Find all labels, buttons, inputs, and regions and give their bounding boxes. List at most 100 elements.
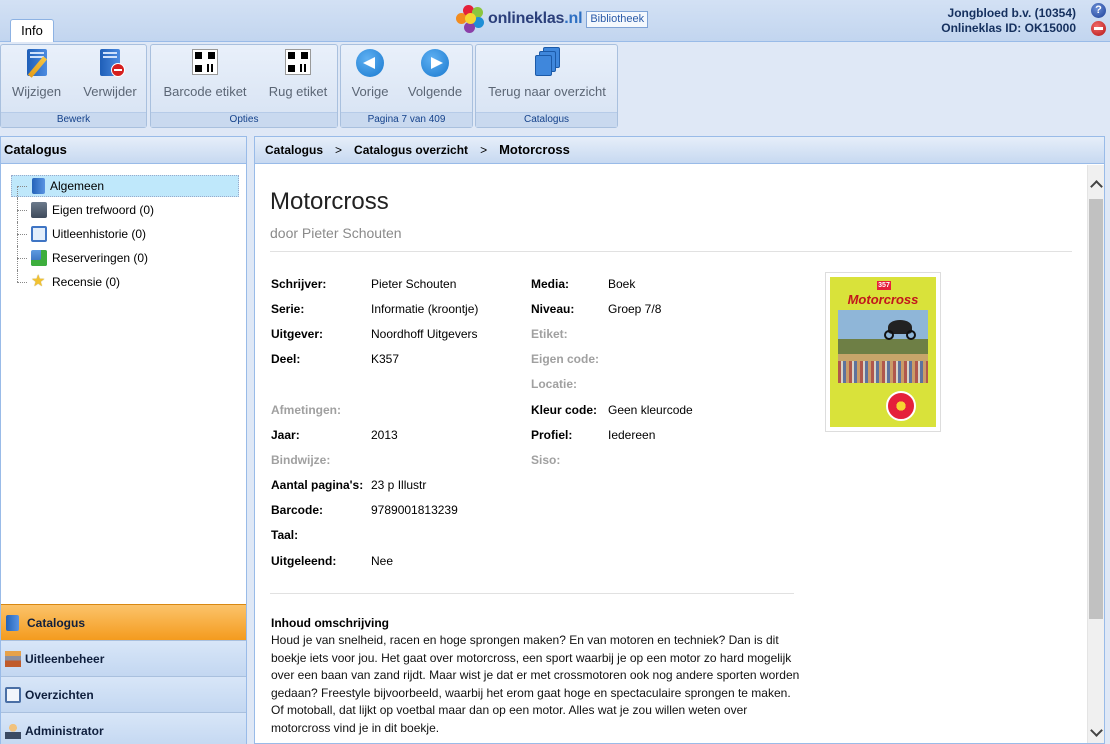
field-row-serie: Serie: Informatie (kroontje) (271, 301, 479, 316)
field-row-deel: Deel: K357 (271, 352, 400, 367)
field-row-spacer (271, 372, 561, 397)
qr-code-icon (189, 47, 221, 79)
main-content-panel: Catalogus > Catalogus overzicht > Motorcross… (254, 136, 1105, 744)
accordion-catalogus[interactable]: Catalogus (1, 604, 246, 640)
tree-item-eigen-trefwoord[interactable]: Eigen trefwoord (0) (1, 198, 246, 222)
accordion-label: Uitleenbeheer (25, 651, 105, 666)
description-heading: Inhoud omschrijving (271, 616, 390, 630)
edit-button[interactable]: Wijzigen (9, 47, 64, 99)
scroll-up-icon[interactable] (1090, 179, 1103, 192)
back-to-overview-button[interactable]: Terug naar overzicht (484, 47, 610, 99)
keyword-icon (31, 202, 47, 218)
field-row-profiel: Profiel: Iedereen (531, 427, 656, 442)
tree-item-algemeen[interactable]: Algemeen (1, 174, 246, 198)
tree-item-label: Algemeen (50, 179, 105, 193)
overview-icon (5, 686, 21, 703)
tree-item-label: Uitleenhistorie (0) (52, 227, 147, 241)
field-row-bindwijze: Bindwijze: (271, 452, 331, 467)
previous-button[interactable]: Vorige (348, 47, 392, 99)
tree-item-reserveringen[interactable]: Reserveringen (0) (1, 246, 246, 270)
field-row-uitgeleend: Uitgeleend: Nee (271, 553, 394, 568)
account-name: Jongbloed b.v. (10354) (947, 6, 1076, 20)
top-header: Info onlineklas.nl Bibliotheek Jongbloed… (0, 0, 1110, 42)
star-icon (31, 274, 47, 290)
ribbon-group-label: Bewerk (1, 112, 146, 127)
breadcrumb-catalogus-overzicht[interactable]: Catalogus overzicht (354, 143, 468, 157)
loan-icon (5, 650, 21, 667)
history-icon (31, 226, 47, 242)
delete-book-icon (94, 47, 126, 79)
books-stack-icon (531, 47, 563, 79)
delete-button[interactable]: Verwijder (79, 47, 141, 99)
account-info: Jongbloed b.v. (10354) Onlineklas ID: OK… (941, 6, 1076, 36)
logo-text: onlineklas.nl (488, 10, 583, 27)
scroll-down-icon[interactable] (1090, 726, 1103, 739)
breadcrumb-catalogus[interactable]: Catalogus (265, 143, 323, 157)
admin-icon (5, 722, 21, 739)
previous-button-label: Vorige (351, 84, 389, 99)
info-tab[interactable]: Info (10, 19, 54, 42)
logo-badge: Bibliotheek (586, 10, 649, 28)
next-button[interactable]: Volgende (405, 47, 465, 99)
divider (270, 251, 1072, 252)
vertical-scrollbar[interactable] (1087, 165, 1104, 743)
divider (270, 593, 794, 594)
tree-item-label: Recensie (0) (52, 275, 121, 289)
catalog-tree: Algemeen Eigen trefwoord (0) Uitleenhist… (1, 164, 246, 294)
ribbon-group-label: Opties (151, 112, 337, 127)
left-panel-title: Catalogus (1, 137, 246, 164)
delete-button-label: Verwijder (83, 84, 137, 99)
ribbon-group-pagination: Vorige Volgende Pagina 7 van 409 (340, 44, 473, 128)
tree-item-label: Reserveringen (0) (52, 251, 149, 265)
next-button-label: Volgende (407, 84, 463, 99)
book-icon (32, 178, 45, 194)
edit-book-icon (21, 47, 53, 79)
field-row-eigen-code: Eigen code: (531, 352, 600, 367)
breadcrumb-current: Motorcross (499, 142, 570, 157)
field-row-schrijver: Schrijver: Pieter Schouten (271, 276, 457, 291)
ribbon-group-opties: Barcode etiket Rug etiket Opties (150, 44, 338, 128)
book-author: door Pieter Schouten (270, 225, 402, 241)
field-row-taal: Taal: (271, 528, 299, 543)
details-right-column: Media: Boek Niveau: Groep 7/8 Etiket: Eige… (531, 271, 791, 473)
field-row-barcode: Barcode: 9789001813239 (271, 503, 458, 518)
spine-label-button-label: Rug etiket (268, 84, 328, 99)
back-to-overview-label: Terug naar overzicht (488, 84, 606, 99)
cover-title: Motorcross (847, 292, 919, 307)
arrow-left-icon (354, 47, 386, 79)
scrollbar-thumb[interactable] (1089, 199, 1103, 619)
field-row-aantal-paginas: Aantal pagina's: 23 p Illustr (271, 478, 427, 493)
arrow-right-icon (419, 47, 451, 79)
description-text: Houd je van snelheid, racen en hoge spro… (271, 633, 800, 735)
tree-item-recensie[interactable]: Recensie (0) (1, 270, 246, 294)
onlineklas-logo[interactable]: onlineklas.nl Bibliotheek (456, 3, 649, 35)
tree-item-uitleenhistorie[interactable]: Uitleenhistorie (0) (1, 222, 246, 246)
accordion-label: Overzichten (25, 687, 94, 702)
page-indicator: Pagina 7 van 409 (341, 112, 472, 127)
field-row-uitgever: Uitgever: Noordhoff Uitgevers (271, 326, 478, 341)
barcode-label-button[interactable]: Barcode etiket (160, 47, 250, 99)
field-row-etiket: Etiket: (531, 326, 568, 341)
barcode-label-button-label: Barcode etiket (163, 84, 247, 99)
accordion-administrator[interactable]: Administrator (1, 712, 246, 744)
ribbon-toolbar: Wijzigen Verwijder Bewerk Barcode etiket… (0, 42, 1110, 130)
qr-code-icon (282, 47, 314, 79)
accordion-label: Administrator (25, 723, 104, 738)
details-left-column: Schrijver: Pieter Schouten Serie: Informat… (271, 271, 561, 573)
reservation-icon (31, 250, 47, 266)
field-row-niveau: Niveau: Groep 7/8 (531, 301, 662, 316)
cover-photo (838, 310, 928, 383)
logout-icon[interactable] (1091, 21, 1106, 36)
ribbon-group-label: Catalogus (476, 112, 617, 127)
accordion-overzichten[interactable]: Overzichten (1, 676, 246, 712)
accordion-uitleenbeheer[interactable]: Uitleenbeheer (1, 640, 246, 676)
book-icon (6, 614, 19, 631)
book-cover-image: 357 Motorcross (825, 272, 941, 432)
book-title: Motorcross (270, 188, 389, 215)
spine-label-button[interactable]: Rug etiket (265, 47, 331, 99)
publisher-seal-icon (886, 391, 916, 421)
left-navigation-panel: Catalogus Algemeen Eigen trefwoord (0) U… (0, 136, 247, 744)
help-icon[interactable]: ? (1091, 3, 1106, 18)
book-detail: Motorcross door Pieter Schouten Schrijve… (255, 165, 1087, 743)
field-row-media: Media: Boek (531, 276, 636, 291)
